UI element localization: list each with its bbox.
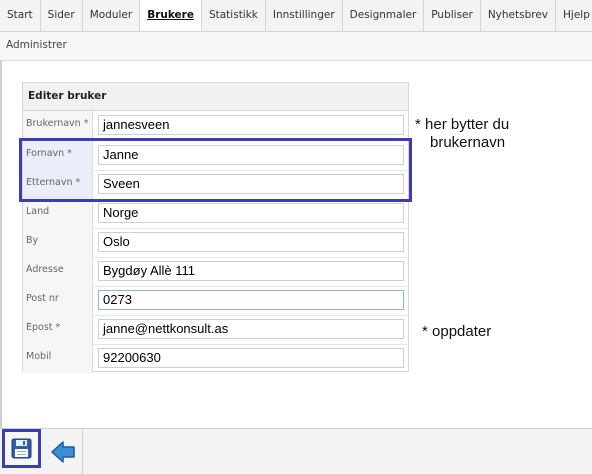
edit-user-form: Editer bruker Brukernavn * jannesveen Fo…: [22, 82, 409, 373]
tab-hjelp[interactable]: Hjelp: [556, 0, 592, 31]
field-row-postcode: Post nr 0273: [23, 286, 408, 316]
floppy-disk-icon: [11, 438, 32, 459]
tab-brukere[interactable]: Brukere: [140, 0, 202, 31]
username-input[interactable]: jannesveen: [98, 115, 404, 135]
field-row-address: Adresse Bygdøy Allè 111: [23, 257, 408, 287]
left-divider: [0, 60, 2, 430]
field-row-username: Brukernavn * jannesveen: [23, 111, 408, 141]
country-input[interactable]: Norge: [98, 203, 404, 223]
bottom-toolbar: [0, 428, 592, 474]
postcode-label: Post nr: [23, 286, 93, 315]
arrow-left-icon: [51, 441, 75, 463]
save-button[interactable]: [2, 429, 41, 468]
tab-start[interactable]: Start: [0, 0, 41, 31]
field-row-country: Land Norge: [23, 199, 408, 229]
city-label: By: [23, 228, 93, 257]
subnav-item-administrer[interactable]: Administrer: [6, 39, 67, 51]
field-row-email: Epost * janne@nettkonsult.as: [23, 315, 408, 345]
field-row-city: By Oslo: [23, 228, 408, 258]
tab-nyhetsbrev[interactable]: Nyhetsbrev: [481, 0, 557, 31]
tab-statistikk[interactable]: Statistikk: [202, 0, 266, 31]
tab-innstillinger[interactable]: Innstillinger: [266, 0, 343, 31]
address-input[interactable]: Bygdøy Allè 111: [98, 261, 404, 281]
city-input[interactable]: Oslo: [98, 232, 404, 252]
tab-publiser[interactable]: Publiser: [424, 0, 481, 31]
username-note-line2: brukernavn: [430, 134, 506, 151]
update-note: * oppdater: [422, 323, 492, 340]
tab-sider[interactable]: Sider: [41, 0, 83, 31]
email-input[interactable]: janne@nettkonsult.as: [98, 319, 404, 339]
top-navigation: Start Sider Moduler Brukere Statistikk I…: [0, 0, 592, 32]
address-label: Adresse: [23, 257, 93, 286]
username-label: Brukernavn *: [23, 111, 93, 140]
mobile-label: Mobil: [23, 344, 93, 373]
form-header: Editer bruker: [23, 83, 408, 111]
toolbar-separator: [82, 429, 83, 474]
email-label: Epost *: [23, 315, 93, 344]
postcode-input[interactable]: 0273: [98, 290, 404, 310]
username-note-line1: * her bytter du: [415, 116, 510, 133]
tab-moduler[interactable]: Moduler: [83, 0, 141, 31]
back-button[interactable]: [50, 440, 76, 468]
sub-navigation: Administrer: [0, 32, 592, 61]
mobile-input[interactable]: 92200630: [98, 348, 404, 368]
name-fields-highlight: [19, 138, 412, 202]
field-row-mobile: Mobil 92200630: [23, 344, 408, 373]
tab-designmaler[interactable]: Designmaler: [343, 0, 425, 31]
country-label: Land: [23, 199, 93, 228]
form-title: Editer bruker: [28, 90, 107, 102]
